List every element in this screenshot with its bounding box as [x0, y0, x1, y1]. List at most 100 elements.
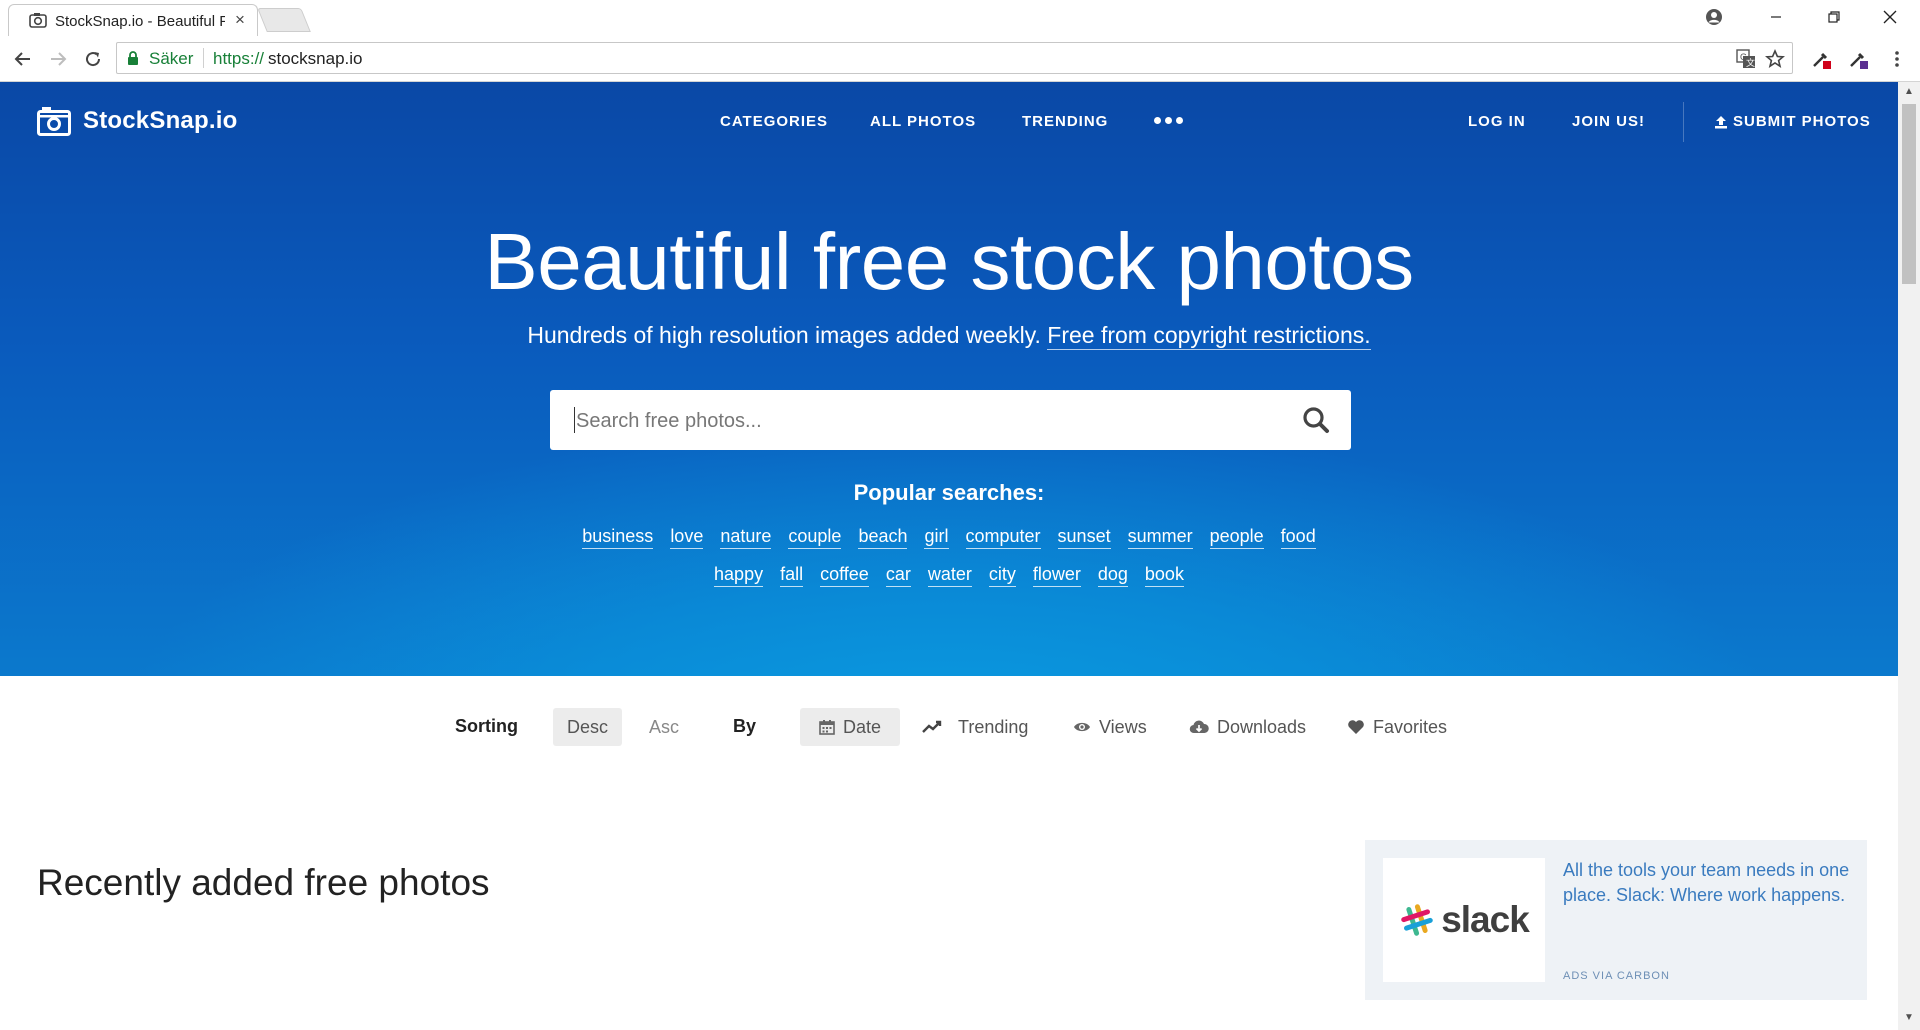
- upload-icon: [1714, 115, 1728, 129]
- page-scrollbar[interactable]: ▲ ▼: [1898, 82, 1920, 1030]
- popular-tag-summer[interactable]: summer: [1127, 526, 1193, 549]
- sort-views-button[interactable]: Views: [1073, 708, 1147, 746]
- new-tab-button[interactable]: [257, 8, 311, 32]
- bookmark-star-icon[interactable]: [1764, 48, 1786, 70]
- extension-eyedropper-red-icon[interactable]: [1808, 46, 1834, 72]
- minimize-button[interactable]: [1753, 0, 1799, 34]
- camera-icon: [29, 12, 47, 28]
- popular-tags-row-2: happy fall coffee car water city flower dog book: [0, 564, 1898, 587]
- sort-favorites-button[interactable]: Favorites: [1347, 708, 1447, 746]
- popular-tag-computer[interactable]: computer: [965, 526, 1041, 549]
- popular-tag-book[interactable]: book: [1144, 564, 1184, 587]
- extension-eyedropper-purple-icon[interactable]: [1845, 46, 1871, 72]
- popular-tag-dog[interactable]: dog: [1097, 564, 1128, 587]
- popular-tag-flower[interactable]: flower: [1032, 564, 1081, 587]
- restore-button[interactable]: [1811, 0, 1857, 34]
- url-divider: [203, 48, 204, 68]
- scroll-thumb[interactable]: [1902, 104, 1916, 284]
- popular-tag-water[interactable]: water: [927, 564, 972, 587]
- browser-toolbar: Säker https:// stocksnap.io G文: [0, 36, 1920, 82]
- popular-tags-row-1: business love nature couple beach girl compute…: [0, 526, 1898, 549]
- hero-subtitle-text: Hundreds of high resolution images added…: [527, 322, 1041, 348]
- popular-tag-beach[interactable]: beach: [858, 526, 908, 549]
- ad-image[interactable]: slack: [1383, 858, 1545, 982]
- sort-favorites-label: Favorites: [1373, 716, 1448, 737]
- nav-divider: [1683, 102, 1684, 142]
- sort-by-label: By: [733, 716, 757, 736]
- calendar-icon: [819, 719, 835, 735]
- hero-subtitle: Hundreds of high resolution images added…: [0, 322, 1898, 350]
- close-window-button[interactable]: [1867, 0, 1913, 34]
- reload-icon[interactable]: [80, 46, 106, 72]
- popular-tag-girl[interactable]: girl: [924, 526, 949, 549]
- scroll-down-arrow-icon[interactable]: ▼: [1904, 1012, 1914, 1023]
- tab-title: StockSnap.io - Beautiful Free Stock Phot…: [55, 13, 225, 30]
- recent-photos-title: Recently added free photos: [37, 862, 490, 903]
- popular-tag-love[interactable]: love: [670, 526, 704, 549]
- url-host: stocksnap.io: [268, 49, 363, 68]
- popular-tag-couple[interactable]: couple: [788, 526, 842, 549]
- sort-views-label: Views: [1099, 716, 1147, 737]
- site-logo[interactable]: StockSnap.io: [37, 106, 237, 136]
- svg-text:文: 文: [1746, 57, 1755, 68]
- profile-icon[interactable]: [1691, 0, 1737, 34]
- popular-tag-nature[interactable]: nature: [720, 526, 772, 549]
- cloud-download-icon: [1189, 719, 1209, 735]
- browser-tabstrip: StockSnap.io - Beautiful Free Stock Phot…: [0, 0, 1920, 36]
- popular-tag-city[interactable]: city: [988, 564, 1016, 587]
- address-bar[interactable]: Säker https:// stocksnap.io G文: [116, 42, 1793, 74]
- ad-logo-text: slack: [1441, 899, 1530, 940]
- ads-via-carbon-link[interactable]: ADS VIA CARBON: [1563, 970, 1670, 982]
- popular-tag-food[interactable]: food: [1280, 526, 1316, 549]
- popular-tag-happy[interactable]: happy: [714, 564, 764, 587]
- submit-photos-label: SUBMIT PHOTOS: [1733, 113, 1871, 130]
- copyright-link[interactable]: Free from copyright restrictions.: [1047, 322, 1371, 350]
- nav-join-us[interactable]: JOIN US!: [1572, 113, 1645, 130]
- browser-tab[interactable]: StockSnap.io - Beautiful Free Stock Phot…: [8, 4, 258, 36]
- sort-trending-label: Trending: [958, 716, 1029, 737]
- camera-logo-icon: [37, 106, 71, 136]
- nav-trending[interactable]: TRENDING: [1022, 113, 1108, 130]
- sort-date-label: Date: [842, 716, 882, 737]
- ad-text[interactable]: All the tools your team needs in one pla…: [1563, 858, 1853, 908]
- carbon-ad[interactable]: slack All the tools your team needs in o…: [1365, 840, 1867, 1000]
- heart-icon: [1347, 719, 1365, 735]
- sort-trending-button[interactable]: Trending: [922, 708, 1028, 746]
- sort-desc-button[interactable]: Desc: [553, 708, 622, 746]
- text-caret: [574, 407, 575, 433]
- url-scheme: https://: [213, 49, 265, 68]
- popular-tag-coffee[interactable]: coffee: [820, 564, 869, 587]
- sort-downloads-button[interactable]: Downloads: [1189, 708, 1306, 746]
- nav-categories[interactable]: CATEGORIES: [720, 113, 828, 130]
- search-box: [550, 390, 1351, 452]
- popular-tag-people[interactable]: people: [1209, 526, 1264, 549]
- nav-all-photos[interactable]: ALL PHOTOS: [870, 113, 976, 130]
- nav-log-in[interactable]: LOG IN: [1468, 113, 1526, 130]
- scroll-up-arrow-icon[interactable]: ▲: [1904, 86, 1914, 97]
- popular-tag-car[interactable]: car: [885, 564, 911, 587]
- browser-menu-icon[interactable]: [1884, 46, 1910, 72]
- logo-text: StockSnap.io: [83, 107, 238, 134]
- tab-close-button[interactable]: ×: [231, 11, 249, 29]
- eye-icon: [1073, 721, 1091, 733]
- secure-label: Säker: [149, 49, 194, 68]
- sort-date-button[interactable]: Date: [800, 708, 900, 746]
- lock-icon: [127, 51, 139, 65]
- search-icon[interactable]: [1301, 405, 1331, 435]
- submit-photos-button[interactable]: SUBMIT PHOTOS: [1714, 113, 1871, 130]
- trending-chart-icon: [922, 720, 942, 734]
- popular-searches-title: Popular searches:: [853, 480, 1045, 505]
- sorting-label: Sorting: [455, 716, 518, 736]
- forward-arrow-icon[interactable]: [45, 46, 71, 72]
- popular-tag-sunset[interactable]: sunset: [1057, 526, 1111, 549]
- translate-icon[interactable]: G文: [1735, 48, 1757, 70]
- sort-asc-button[interactable]: Asc: [634, 708, 694, 746]
- popular-tag-fall[interactable]: fall: [780, 564, 804, 587]
- search-input[interactable]: [574, 390, 1278, 452]
- slack-logo-icon: [1399, 902, 1435, 938]
- back-arrow-icon[interactable]: [10, 46, 36, 72]
- more-menu-icon[interactable]: [1154, 117, 1183, 124]
- hero-title: Beautiful free stock photos: [484, 217, 1414, 306]
- popular-tag-business[interactable]: business: [582, 526, 654, 549]
- sort-downloads-label: Downloads: [1217, 716, 1307, 737]
